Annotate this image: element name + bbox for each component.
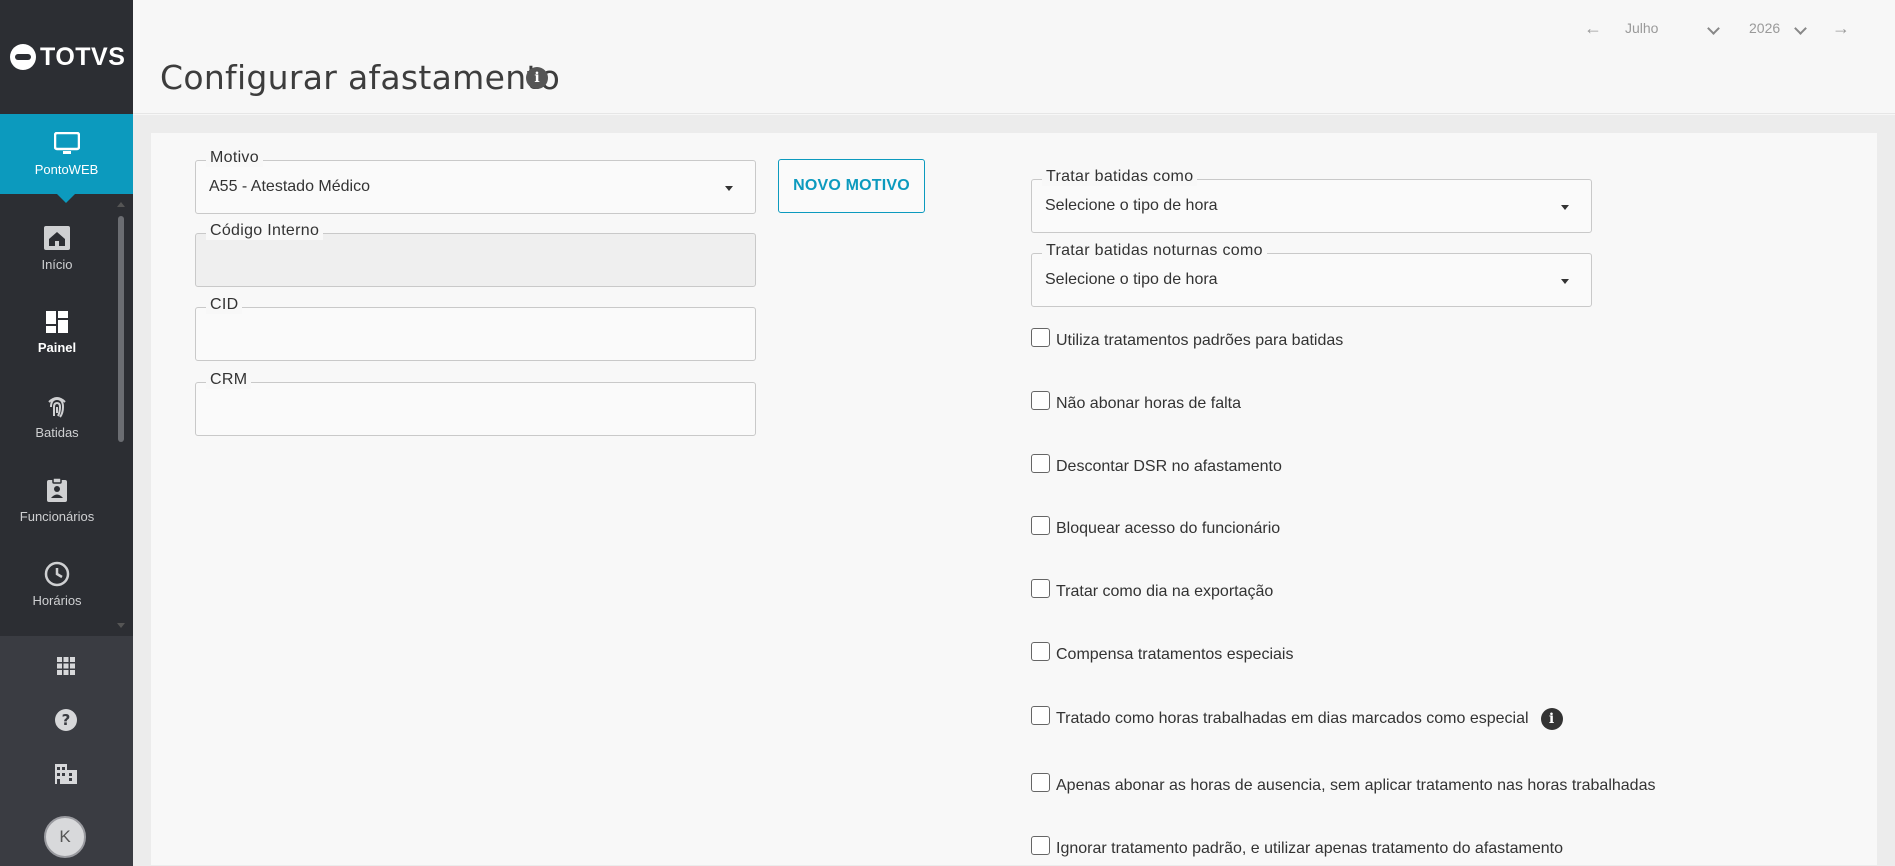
tratar-batidas-label: Tratar batidas como (1042, 168, 1198, 186)
check-utiliza-tratamentos[interactable]: Utiliza tratamentos padrões para batidas (1031, 327, 1344, 350)
motivo-select[interactable]: Motivo A55 - Atestado Médico (195, 149, 756, 214)
sidebar-item-funcionarios[interactable]: Funcionários (0, 458, 114, 542)
page-title: Configurar afastamento (160, 58, 561, 97)
tratar-batidas-select[interactable]: Tratar batidas como Selecione o tipo de … (1031, 168, 1592, 233)
monitor-icon (53, 131, 80, 154)
building-icon[interactable] (54, 762, 78, 786)
checkbox[interactable] (1031, 515, 1050, 535)
check-nao-abonar[interactable]: Não abonar horas de falta (1031, 390, 1242, 413)
month-select[interactable]: Julho (1625, 20, 1658, 36)
motivo-label: Motivo (206, 149, 263, 167)
home-icon (44, 225, 70, 250)
user-avatar[interactable]: K (44, 816, 86, 858)
check-descontar-dsr[interactable]: Descontar DSR no afastamento (1031, 453, 1282, 476)
checkbox-label: Apenas abonar as horas de ausencia, sem … (1056, 777, 1656, 794)
check-horas-trabalhadas-especial[interactable]: Tratado como horas trabalhadas em dias m… (1031, 705, 1563, 730)
sidebar-item-label: Painel (37, 339, 77, 355)
year-select[interactable]: 2026 (1749, 20, 1780, 36)
checkbox-label: Tratado como horas trabalhadas em dias m… (1056, 710, 1529, 727)
checkbox[interactable] (1031, 578, 1050, 598)
cid-field[interactable]: CID (195, 296, 756, 361)
sidebar-bottom: ? K (0, 636, 133, 866)
checkbox-label: Bloquear acesso do funcionário (1056, 520, 1281, 537)
logo-text: TOTVS (40, 42, 126, 71)
totvs-logo[interactable]: TOTVS (0, 0, 133, 114)
sidebar-item-inicio[interactable]: Início (0, 206, 114, 290)
sidebar-item-label: PontoWEB (34, 161, 99, 177)
tratar-batidas-value: Selecione o tipo de hora (1045, 197, 1218, 214)
checkbox-label: Compensa tratamentos especiais (1056, 646, 1294, 663)
caret-down-icon (1561, 205, 1569, 210)
sidebar-item-label: Horários (32, 592, 82, 608)
cid-label: CID (206, 296, 243, 314)
checkbox[interactable] (1031, 390, 1050, 410)
scroll-up-arrow-icon[interactable] (117, 202, 125, 207)
checkbox-label: Descontar DSR no afastamento (1056, 458, 1282, 475)
checkbox[interactable] (1031, 641, 1050, 661)
tratar-noturnas-label: Tratar batidas noturnas como (1042, 242, 1267, 260)
checkbox[interactable] (1031, 772, 1050, 792)
month-chevron-down-icon[interactable] (1707, 22, 1720, 35)
caret-down-icon (1561, 279, 1569, 284)
codigo-interno-label: Código Interno (206, 222, 324, 240)
sidebar-item-painel[interactable]: Painel (0, 290, 114, 374)
check-apenas-abonar[interactable]: Apenas abonar as horas de ausencia, sem … (1031, 772, 1656, 795)
scroll-thumb[interactable] (118, 216, 124, 442)
sidebar: TOTVS PontoWEB Início Painel Batidas Fun… (0, 0, 133, 866)
sidebar-item-label: Batidas (35, 424, 79, 440)
sidebar-nav: Início Painel Batidas Funcionários Horár… (0, 206, 114, 626)
previous-period-arrow-icon[interactable]: ← (1584, 18, 1602, 39)
checkbox-label: Tratar como dia na exportação (1056, 583, 1274, 600)
check-compensa-tratamentos[interactable]: Compensa tratamentos especiais (1031, 641, 1294, 664)
novo-motivo-button[interactable]: NOVO MOTIVO (778, 159, 925, 213)
next-period-arrow-icon[interactable]: → (1832, 18, 1850, 39)
motivo-value: A55 - Atestado Médico (209, 178, 370, 195)
info-icon[interactable]: i (1540, 708, 1563, 730)
sidebar-scrollbar[interactable] (117, 202, 125, 628)
checkbox-label: Ignorar tratamento padrão, e utilizar ap… (1056, 840, 1563, 857)
tratar-noturnas-value: Selecione o tipo de hora (1045, 271, 1218, 288)
page-header: Configurar afastamento i ← Julho 2026 → (133, 0, 1895, 114)
codigo-interno-field: Código Interno (195, 222, 756, 287)
checkbox[interactable] (1031, 327, 1050, 347)
checkbox[interactable] (1031, 705, 1050, 725)
sidebar-item-pontoweb[interactable]: PontoWEB (0, 114, 133, 203)
info-icon[interactable]: i (526, 67, 548, 89)
tratar-noturnas-select[interactable]: Tratar batidas noturnas como Selecione o… (1031, 242, 1592, 307)
checkbox[interactable] (1031, 835, 1050, 855)
sidebar-item-horarios[interactable]: Horários (0, 542, 114, 626)
svg-text:?: ? (62, 711, 71, 729)
dashboard-icon (46, 310, 68, 333)
fingerprint-icon (48, 396, 66, 418)
crm-label: CRM (206, 371, 252, 389)
totvs-logo-icon (10, 44, 36, 70)
checkbox-label: Utiliza tratamentos padrões para batidas (1056, 332, 1344, 349)
checkbox[interactable] (1031, 453, 1050, 473)
help-icon[interactable]: ? (54, 708, 78, 732)
scroll-down-arrow-icon[interactable] (117, 623, 125, 628)
crm-field[interactable]: CRM (195, 371, 756, 436)
clock-icon (44, 561, 70, 586)
badge-icon (47, 476, 67, 502)
sidebar-item-batidas[interactable]: Batidas (0, 374, 114, 458)
apps-grid-icon[interactable] (54, 654, 78, 678)
sidebar-item-label: Início (41, 256, 73, 272)
check-bloquear-acesso[interactable]: Bloquear acesso do funcionário (1031, 515, 1281, 538)
sidebar-item-label: Funcionários (19, 508, 95, 524)
checkbox-label: Não abonar horas de falta (1056, 395, 1242, 412)
check-ignorar-tratamento[interactable]: Ignorar tratamento padrão, e utilizar ap… (1031, 835, 1563, 858)
caret-down-icon (725, 186, 733, 191)
year-chevron-down-icon[interactable] (1794, 22, 1807, 35)
check-tratar-exportacao[interactable]: Tratar como dia na exportação (1031, 578, 1274, 601)
